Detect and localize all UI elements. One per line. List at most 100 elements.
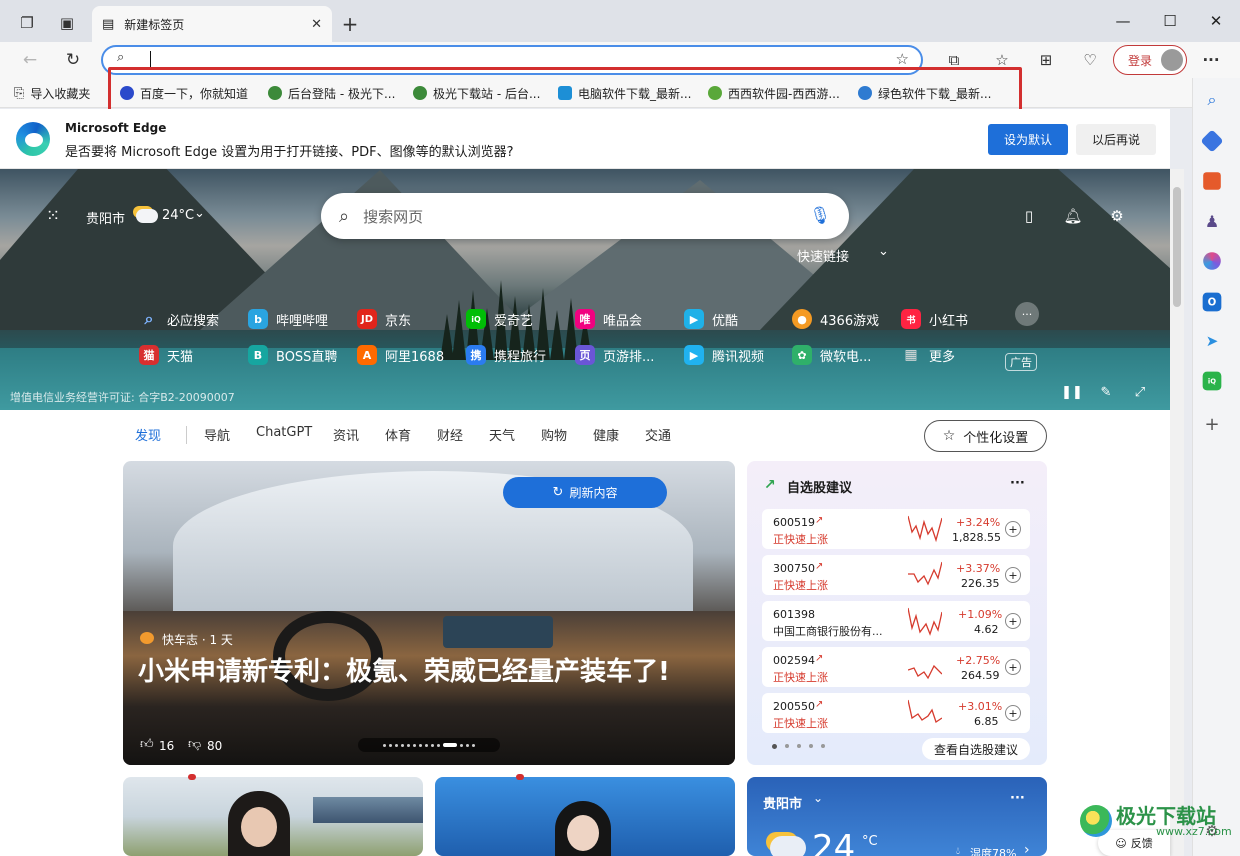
carousel-dot[interactable] [395, 743, 398, 747]
sidebar-send-icon[interactable]: ➤ [1201, 330, 1223, 352]
quick-link-4366[interactable]: ● 4366游戏 [792, 307, 879, 331]
page-dot-active[interactable] [772, 744, 777, 749]
sidebar-search-icon[interactable]: ⌕ [1201, 89, 1223, 111]
bookmark-item[interactable]: 绿色软件下载_最新... [858, 84, 991, 102]
vertical-tabs-icon[interactable]: ▣ [56, 12, 78, 34]
sidebar-iqiyi-icon[interactable]: iQ [1202, 371, 1222, 391]
scrollbar-thumb[interactable] [1173, 187, 1181, 307]
bookmark-item[interactable]: 西西软件园-西西游... [708, 84, 840, 102]
category-shopping[interactable]: 购物 [541, 425, 567, 447]
add-stock-icon[interactable]: + [1005, 705, 1021, 721]
collections-icon[interactable]: ⊞ [1034, 49, 1058, 71]
bookmark-item[interactable]: 百度一下，你就知道 [120, 84, 248, 102]
news-card-thumbnail[interactable] [123, 777, 423, 856]
sidebar-add-icon[interactable]: + [1201, 413, 1223, 435]
browser-essentials-icon[interactable]: ♡ [1078, 49, 1102, 71]
stock-card-more-icon[interactable]: ··· [1010, 476, 1025, 491]
carousel-dot[interactable] [419, 743, 422, 747]
weather-card-more-icon[interactable]: ··· [1010, 791, 1025, 806]
carousel-dot[interactable] [407, 743, 410, 747]
maximize-button[interactable]: ☐ [1147, 0, 1193, 42]
more-links-icon[interactable]: ··· [1015, 302, 1039, 326]
add-stock-icon[interactable]: + [1005, 567, 1021, 583]
quick-link-xiaohongshu[interactable]: 书小红书 [901, 307, 968, 331]
later-button[interactable]: 以后再说 [1076, 124, 1156, 155]
news-headline[interactable]: 小米申请新专利：极氪、荣威已经量产装车了! [138, 654, 698, 691]
scrollbar-track[interactable] [1170, 169, 1184, 856]
carousel-dot[interactable] [437, 743, 440, 747]
news-card-thumbnail[interactable] [435, 777, 735, 856]
carousel-dots[interactable] [358, 738, 500, 752]
weather-city[interactable]: 贵阳市 [86, 208, 125, 227]
microphone-icon[interactable]: 🎙︎ [809, 206, 831, 226]
back-icon[interactable]: ← [18, 49, 42, 71]
quick-link-ms-store[interactable]: ✿ 微软电... [792, 343, 871, 367]
category-navigation[interactable]: 导航 [204, 425, 230, 447]
close-window-button[interactable]: ✕ [1193, 0, 1239, 42]
quick-links-label[interactable]: 快速链接 [797, 246, 849, 265]
refresh-content-button[interactable]: ↻ 刷新内容 [503, 477, 667, 508]
carousel-dot[interactable] [460, 743, 463, 747]
quick-link-iqiyi[interactable]: iQ 爱奇艺 [466, 307, 533, 331]
sidebar-games-icon[interactable]: ♟ [1201, 210, 1223, 232]
category-traffic[interactable]: 交通 [645, 425, 671, 447]
carousel-dot-active[interactable] [443, 743, 457, 747]
import-favorites-button[interactable]: ⎘ 导入收藏夹 [14, 84, 90, 102]
quick-link-tmall[interactable]: 猫天猫 [139, 343, 193, 367]
personalize-button[interactable]: ☆ 个性化设置 [924, 420, 1047, 452]
page-dot[interactable] [809, 744, 813, 748]
notification-bell-icon[interactable]: 🔔︎ [1062, 205, 1084, 227]
category-finance[interactable]: 财经 [437, 425, 463, 447]
refresh-icon[interactable]: ↻ [61, 49, 85, 71]
settings-more-button[interactable]: ··· [1198, 49, 1224, 71]
page-dot[interactable] [797, 744, 801, 748]
quick-link-boss[interactable]: B BOSS直聘 [248, 343, 337, 367]
bookmark-item[interactable]: 后台登陆 - 极光下... [268, 84, 395, 102]
weather-temp[interactable]: 24°C [162, 208, 194, 223]
page-dot[interactable] [821, 744, 825, 748]
category-sports[interactable]: 体育 [385, 425, 411, 447]
bookmark-item[interactable]: 电脑软件下载_最新... [558, 84, 691, 102]
carousel-dot[interactable] [413, 743, 416, 747]
weather-card-city[interactable]: 贵阳市 [763, 793, 802, 812]
carousel-dot[interactable] [425, 743, 428, 747]
quick-link-webgame[interactable]: 页页游排... [575, 343, 654, 367]
new-tab-button[interactable]: + [338, 12, 362, 36]
edit-background-icon[interactable]: ✎ [1096, 382, 1116, 402]
carousel-dot[interactable] [431, 743, 434, 747]
minimize-button[interactable]: — [1100, 0, 1146, 42]
add-stock-icon[interactable]: + [1005, 521, 1021, 537]
sidebar-tools-icon[interactable] [1203, 172, 1221, 190]
quick-link-vip[interactable]: 唯唯品会 [575, 307, 642, 331]
thumbs-up-icon[interactable]: 👍︎ [140, 737, 154, 752]
quick-link-bilibili[interactable]: b 哔哩哔哩 [248, 307, 328, 331]
carousel-dot[interactable] [466, 743, 469, 747]
bookmark-item[interactable]: 极光下载站 - 后台... [413, 84, 540, 102]
chevron-down-icon[interactable]: ⌄ [813, 791, 823, 805]
quick-link-jd[interactable]: JD 京东 [357, 307, 411, 331]
carousel-dot[interactable] [383, 743, 386, 747]
add-stock-icon[interactable]: + [1005, 659, 1021, 675]
chevron-down-icon[interactable]: ⌄ [194, 206, 205, 221]
carousel-dot[interactable] [472, 743, 475, 747]
login-button[interactable]: 登录 [1113, 45, 1187, 75]
chevron-right-icon[interactable]: › [1024, 842, 1030, 856]
chevron-down-icon[interactable]: ⌄ [878, 244, 889, 259]
page-settings-icon[interactable]: ⚙ [1106, 205, 1128, 227]
category-news[interactable]: 资讯 [333, 425, 359, 447]
quick-link-bing[interactable]: ⌕ 必应搜索 [139, 307, 220, 331]
web-search-box[interactable]: ⌕ 搜索网页 🎙︎ [321, 193, 849, 239]
workspaces-icon[interactable]: ❐ [16, 12, 38, 34]
stock-page-dots[interactable] [772, 744, 825, 749]
quick-link-more[interactable]: ▦ 更多 [901, 343, 955, 367]
thumbs-down-icon[interactable]: 👎︎ [188, 737, 201, 752]
category-health[interactable]: 健康 [593, 425, 619, 447]
set-default-button[interactable]: 设为默认 [988, 124, 1068, 155]
favorite-star-icon[interactable]: ☆ [896, 50, 909, 68]
tab-new-tab[interactable]: ▤ 新建标签页 ✕ [92, 6, 332, 42]
view-stock-suggestions-button[interactable]: 查看自选股建议 [922, 738, 1030, 760]
apps-grid-icon[interactable]: ⁙ [42, 205, 64, 227]
quick-link-youku[interactable]: ▶ 优酷 [684, 307, 738, 331]
sidebar-office-icon[interactable] [1203, 252, 1221, 270]
category-weather[interactable]: 天气 [489, 425, 515, 447]
